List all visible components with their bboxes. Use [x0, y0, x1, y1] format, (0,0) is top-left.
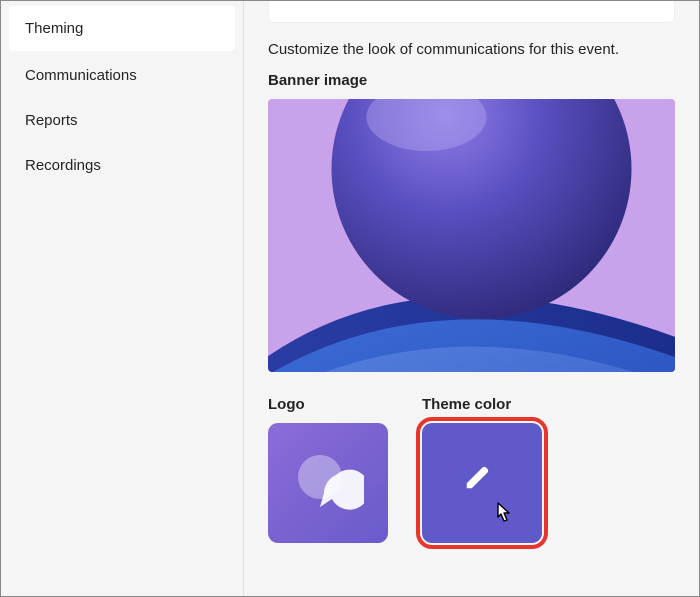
- settings-sidebar: Theming Communications Reports Recording…: [1, 1, 244, 596]
- pencil-icon: [463, 462, 493, 492]
- banner-abstract-art: [268, 99, 675, 372]
- sidebar-item-communications[interactable]: Communications: [1, 53, 243, 98]
- theme-color-tile[interactable]: [422, 423, 542, 543]
- sidebar-item-theming[interactable]: Theming: [9, 6, 235, 51]
- theming-description: Customize the look of communications for…: [268, 41, 675, 58]
- pointer-cursor-icon: [490, 501, 514, 529]
- theme-color-tile-group: Theme color: [422, 396, 542, 543]
- logo-tile-group: Logo: [268, 396, 388, 543]
- sidebar-item-label: Communications: [25, 67, 137, 84]
- logo-label: Logo: [268, 396, 388, 413]
- logo-tile[interactable]: [268, 423, 388, 543]
- chat-bubbles-icon: [292, 447, 364, 519]
- banner-image-label: Banner image: [268, 72, 675, 89]
- sidebar-item-reports[interactable]: Reports: [1, 98, 243, 143]
- tiles-row: Logo Theme color: [268, 396, 675, 543]
- sidebar-item-label: Theming: [25, 20, 83, 37]
- main-panel: Customize the look of communications for…: [244, 1, 699, 596]
- previous-card-edge: [268, 1, 675, 23]
- sidebar-item-recordings[interactable]: Recordings: [1, 143, 243, 188]
- sidebar-item-label: Reports: [25, 112, 78, 129]
- theme-color-label: Theme color: [422, 396, 542, 413]
- sidebar-item-label: Recordings: [25, 157, 101, 174]
- settings-layout: Theming Communications Reports Recording…: [1, 1, 699, 596]
- banner-image-preview[interactable]: [268, 99, 675, 372]
